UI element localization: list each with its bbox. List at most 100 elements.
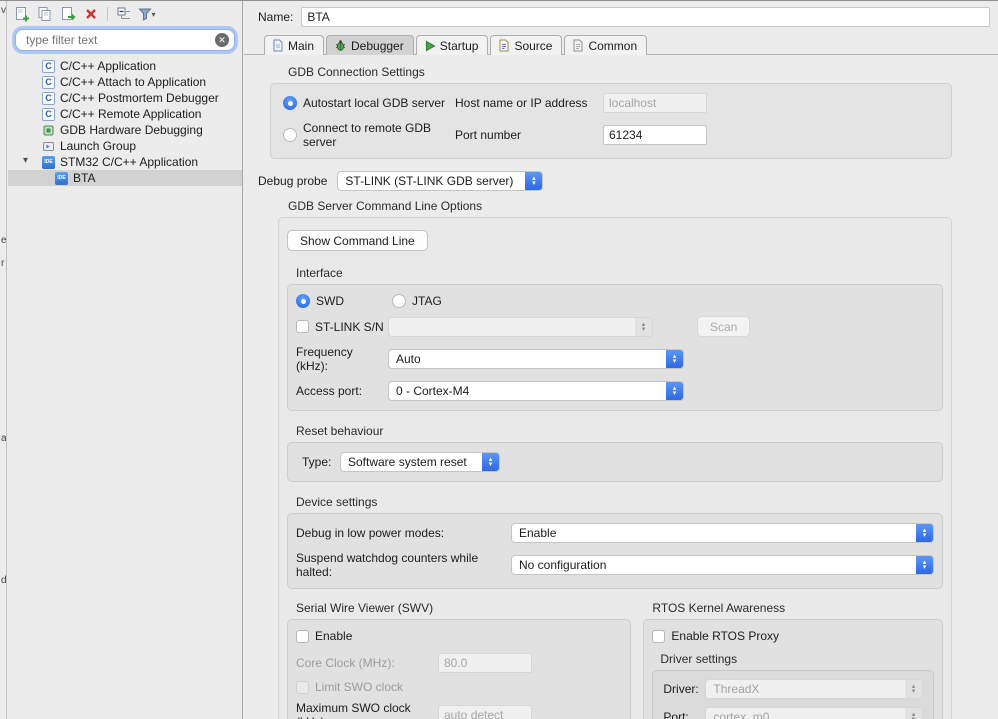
dropdown-arrows-icon <box>916 556 933 574</box>
stlink-sn-checkbox[interactable] <box>296 320 309 333</box>
filter-menu-caret-icon: ▾ <box>151 9 156 19</box>
debug-configurations-window: v e r a d ▾ type filter text ✕ C C/C++ A… <box>0 0 998 719</box>
rtos-driver-value: ThreadX <box>713 682 760 696</box>
server-options-group: Show Command Line Interface SWD JTAG ST-… <box>278 217 952 719</box>
tree-item-gdb-hardware[interactable]: GDB Hardware Debugging <box>8 122 242 138</box>
clipped-text: r <box>1 258 5 269</box>
gdb-hardware-icon <box>42 124 55 137</box>
tree-item-label: BTA <box>73 171 96 185</box>
frequency-label: Frequency (kHz): <box>296 345 353 373</box>
tab-label: Common <box>588 38 638 53</box>
show-command-line-button[interactable]: Show Command Line <box>287 230 428 251</box>
launch-configurations-panel: ▾ ✕ C C/C++ Application C C/C++ Attach t… <box>8 1 243 719</box>
stlink-sn-value <box>389 318 635 336</box>
tree-item-stm32-application[interactable]: ▾ IDE STM32 C/C++ Application <box>8 154 242 170</box>
jtag-radio[interactable] <box>392 294 406 308</box>
toolbar-separator <box>107 7 108 21</box>
tree-item-cpp-attach[interactable]: C C/C++ Attach to Application <box>8 74 242 90</box>
c-application-icon: C <box>42 91 55 105</box>
duplicate-configuration-icon <box>38 7 51 21</box>
port-number-input[interactable] <box>603 125 707 145</box>
scan-button[interactable]: Scan <box>697 316 751 337</box>
limit-swo-checkbox[interactable] <box>296 680 309 694</box>
stlink-sn-combo[interactable] <box>388 316 653 337</box>
reset-type-value: Software system reset <box>348 455 467 469</box>
tree-item-label: GDB Hardware Debugging <box>60 123 203 137</box>
swv-rtos-row: Serial Wire Viewer (SWV) Enable Core Clo… <box>287 601 943 719</box>
tab-main[interactable]: Main <box>264 35 325 55</box>
clipped-text: d <box>1 575 7 586</box>
debug-probe-value: ST-LINK (ST-LINK GDB server) <box>345 174 514 188</box>
tree-item-launch-group[interactable]: Launch Group <box>8 138 242 154</box>
expander-icon[interactable]: ▾ <box>23 155 28 166</box>
dropdown-arrows-icon <box>666 382 683 400</box>
tree-item-cpp-remote[interactable]: C C/C++ Remote Application <box>8 106 242 122</box>
duplicate-configuration-button[interactable] <box>35 5 55 23</box>
frequency-select[interactable]: Auto <box>388 349 684 369</box>
tab-debugger[interactable]: Debugger <box>326 35 414 55</box>
limit-swo-label: Limit SWO clock <box>315 680 404 694</box>
clear-filter-icon[interactable]: ✕ <box>215 33 229 47</box>
host-label: Host name or IP address <box>455 96 588 110</box>
clipped-text: v <box>1 5 6 16</box>
access-port-select[interactable]: 0 - Cortex-M4 <box>388 381 684 401</box>
swd-radio[interactable] <box>296 294 310 308</box>
reset-type-label: Type: <box>302 455 332 469</box>
device-settings-title: Device settings <box>296 495 378 509</box>
access-port-value: 0 - Cortex-M4 <box>396 384 470 398</box>
reset-type-select[interactable]: Software system reset <box>340 452 500 472</box>
swv-enable-checkbox[interactable] <box>296 629 309 643</box>
tree-item-bta[interactable]: IDE BTA <box>8 170 242 186</box>
tab-label: Main <box>288 38 315 53</box>
autostart-gdb-label: Autostart local GDB server <box>303 96 446 110</box>
tree-item-label: C/C++ Attach to Application <box>60 75 207 89</box>
filter-icon <box>138 8 153 21</box>
dropdown-arrows-icon <box>666 350 683 368</box>
collapse-all-icon <box>117 7 130 19</box>
host-input[interactable] <box>603 93 707 113</box>
gdb-connection-group: Autostart local GDB server Host name or … <box>270 83 952 159</box>
tab-source[interactable]: Source <box>490 35 563 55</box>
max-swo-label: Maximum SWO clock (kHz): <box>296 701 411 719</box>
rtos-group: Enable RTOS Proxy Driver settings Driver… <box>643 619 943 719</box>
rtos-port-select[interactable]: cortex_m0 <box>705 707 923 719</box>
connect-remote-gdb-radio[interactable] <box>283 128 297 142</box>
debug-probe-select[interactable]: ST-LINK (ST-LINK GDB server) <box>337 171 544 191</box>
name-input[interactable] <box>301 7 990 27</box>
bug-icon <box>335 40 346 51</box>
access-port-label: Access port: <box>296 384 363 398</box>
watchdog-select[interactable]: No configuration <box>511 555 934 575</box>
frequency-value: Auto <box>396 352 421 366</box>
low-power-select[interactable]: Enable <box>511 523 934 543</box>
delete-configuration-button[interactable] <box>81 5 101 23</box>
tab-startup[interactable]: Startup <box>415 35 489 55</box>
tab-common[interactable]: Common <box>564 35 648 55</box>
stm32-ide-icon: IDE <box>42 155 55 169</box>
reset-behaviour-title: Reset behaviour <box>296 424 384 438</box>
dropdown-arrows-icon <box>482 453 499 471</box>
collapse-all-button[interactable] <box>114 5 134 23</box>
new-configuration-button[interactable] <box>12 5 32 23</box>
tab-label: Startup <box>439 38 479 53</box>
max-swo-input[interactable] <box>438 705 532 719</box>
filter-configurations-button[interactable]: ▾ <box>137 5 157 23</box>
core-clock-input[interactable] <box>438 653 532 673</box>
swv-enable-label: Enable <box>315 629 353 643</box>
watchdog-label: Suspend watchdog counters while halted: <box>296 551 479 579</box>
clipped-text: a <box>1 433 7 444</box>
rtos-driver-select[interactable]: ThreadX <box>705 679 923 699</box>
tree-item-cpp-application[interactable]: C C/C++ Application <box>8 58 242 74</box>
device-settings-group: Debug in low power modes: Enable Suspend… <box>287 513 943 589</box>
interface-group: SWD JTAG ST-LINK S/N ▴ ▾ Scan Frequency … <box>287 284 943 411</box>
export-configuration-button[interactable] <box>58 5 78 23</box>
rtos-port-value: cortex_m0 <box>713 710 770 719</box>
rtos-proxy-label: Enable RTOS Proxy <box>671 629 779 643</box>
rtos-column: RTOS Kernel Awareness Enable RTOS Proxy … <box>643 601 943 719</box>
name-label: Name: <box>258 10 294 24</box>
tree-item-cpp-postmortem[interactable]: C C/C++ Postmortem Debugger <box>8 90 242 106</box>
rtos-proxy-checkbox[interactable] <box>652 629 666 643</box>
low-power-value: Enable <box>519 526 557 540</box>
filter-input[interactable] <box>24 32 215 48</box>
c-application-icon: C <box>42 107 55 121</box>
autostart-gdb-radio[interactable] <box>283 96 297 110</box>
